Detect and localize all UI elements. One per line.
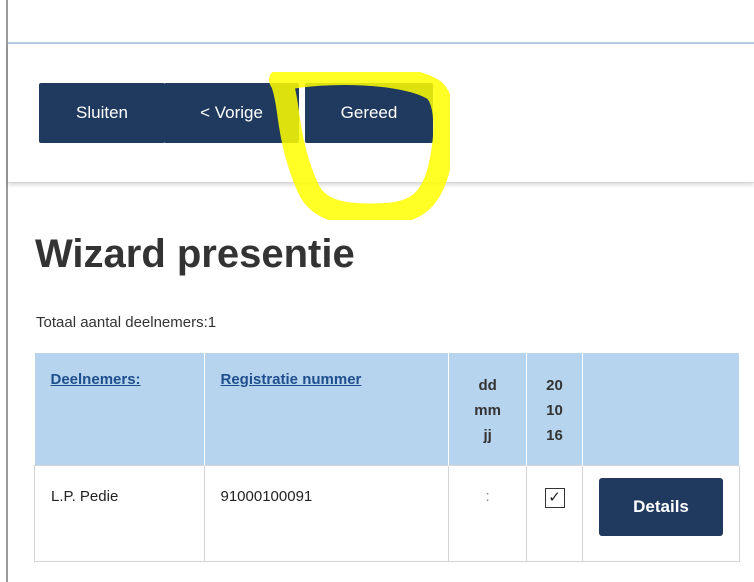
column-header-date-format: dd mm jj bbox=[448, 353, 528, 465]
sort-registration-link[interactable]: Registratie nummer bbox=[221, 371, 362, 388]
column-header-session-date: 20 10 16 bbox=[526, 353, 583, 465]
previous-button[interactable]: < Vorige bbox=[164, 83, 299, 143]
close-button[interactable]: Sluiten bbox=[39, 83, 165, 143]
attendance-checkbox[interactable]: ✓ bbox=[544, 487, 565, 508]
page-title: Wizard presentie bbox=[35, 232, 355, 276]
attendance-cell: ✓ bbox=[526, 464, 583, 562]
registration-number: 91000100091 bbox=[203, 464, 450, 562]
column-header-participants[interactable]: Deelnemers: bbox=[34, 353, 205, 465]
participant-count: Totaal aantal deelnemers:1 bbox=[36, 314, 217, 331]
time-field[interactable]: : bbox=[448, 464, 528, 562]
session-date-month: 10 bbox=[546, 402, 563, 419]
app-window: Sluiten < Vorige Gereed Wizard presentie… bbox=[0, 0, 754, 582]
date-format-month: mm bbox=[474, 402, 501, 419]
done-button[interactable]: Gereed bbox=[305, 83, 433, 143]
table-row: L.P. Pedie 91000100091 : ✓ Details bbox=[34, 464, 740, 562]
wizard-toolbar: Sluiten < Vorige Gereed bbox=[8, 44, 754, 220]
date-format-day: dd bbox=[478, 377, 497, 394]
table-header-row: Deelnemers: Registratie nummer dd mm jj … bbox=[34, 353, 740, 465]
participants-table: Deelnemers: Registratie nummer dd mm jj … bbox=[34, 353, 740, 562]
details-button[interactable]: Details bbox=[599, 477, 723, 536]
actions-cell: Details bbox=[582, 464, 740, 562]
session-date-year: 16 bbox=[546, 427, 563, 444]
sort-participants-link[interactable]: Deelnemers: bbox=[51, 371, 141, 388]
session-date-day: 20 bbox=[546, 377, 563, 394]
column-header-registration[interactable]: Registratie nummer bbox=[204, 353, 450, 465]
column-header-actions bbox=[582, 353, 740, 465]
participant-name: L.P. Pedie bbox=[34, 464, 205, 562]
date-format-year: jj bbox=[483, 427, 492, 444]
